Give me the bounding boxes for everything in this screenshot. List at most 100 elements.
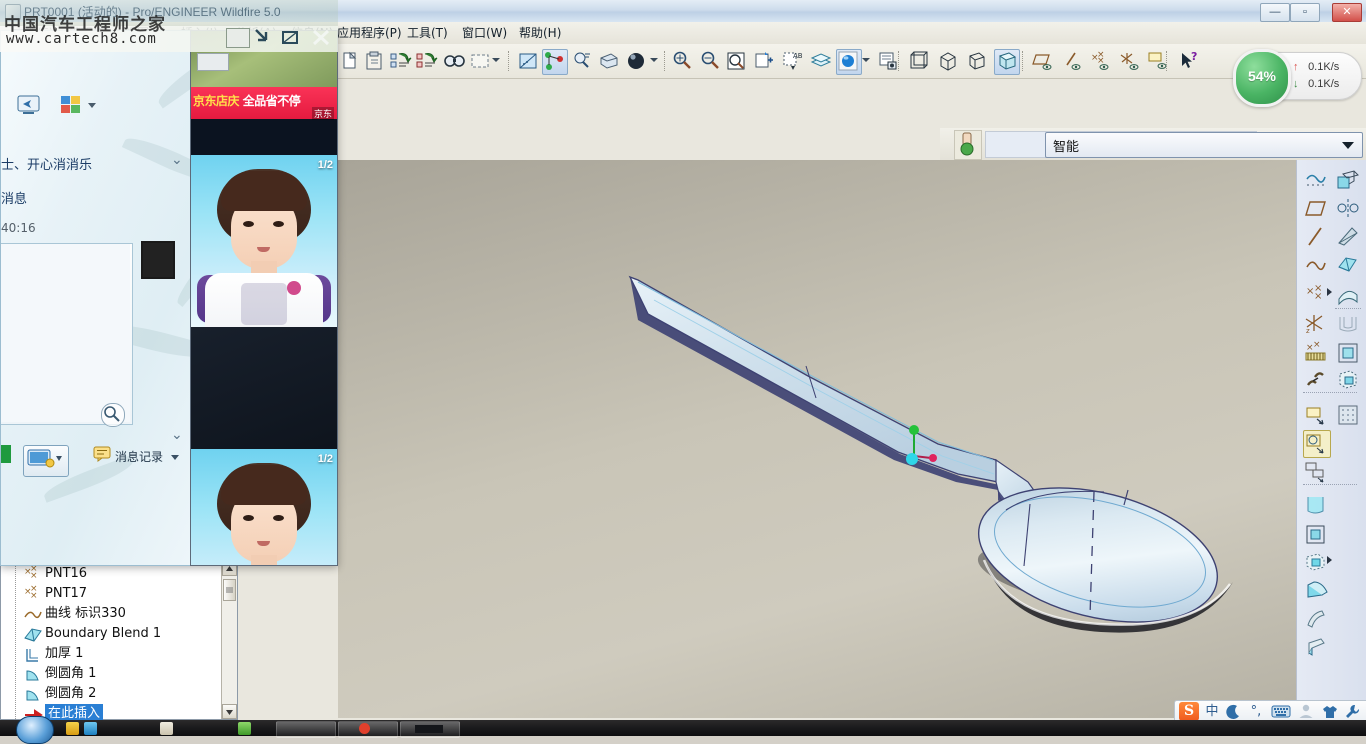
tree-item-round-1[interactable]: 倒圆角 1 — [45, 664, 96, 684]
help-pointer-icon[interactable]: ? — [1176, 49, 1202, 75]
tree-item-boundary-blend-1[interactable]: Boundary Blend 1 — [45, 624, 161, 644]
variable-section-sweep-icon[interactable] — [1303, 492, 1331, 520]
emoji-dropdown-caret[interactable] — [85, 91, 99, 119]
emoji-grid-icon[interactable] — [57, 91, 85, 119]
model-tree[interactable]: × × × PNT16 × × × PNT17 曲线 标识330 Boundary Bl… — [0, 560, 238, 725]
merge-icon[interactable] — [1335, 252, 1363, 280]
datum-point-icon[interactable]: × × × — [1303, 282, 1331, 310]
advertisement-panel[interactable]: 京东店庆 全品省不停 京东 1/2 1/2 — [190, 30, 338, 566]
view-shaded-icon[interactable] — [994, 49, 1020, 75]
graphics-area[interactable] — [338, 160, 1296, 718]
zoom-icon[interactable] — [101, 403, 125, 427]
layers-icon[interactable] — [808, 49, 834, 75]
qq-video-thumbnail[interactable] — [141, 241, 175, 279]
soft-keyboard-icon[interactable] — [1271, 703, 1291, 720]
revolve-icon[interactable] — [1303, 430, 1331, 458]
sketch-curve-icon[interactable] — [1303, 168, 1331, 196]
quicklaunch-icon-3[interactable] — [160, 722, 173, 735]
watermark-restore-icon[interactable] — [226, 28, 250, 48]
scroll-down-button[interactable] — [222, 704, 237, 719]
view-trimetric-icon[interactable] — [963, 49, 989, 75]
display-plane-icon[interactable] — [1030, 49, 1056, 75]
pattern-icon[interactable] — [1335, 168, 1363, 196]
model-tree-scrollbar[interactable] — [221, 561, 237, 719]
intersect-icon[interactable] — [1335, 368, 1363, 396]
tree-item-thicken-1[interactable]: 加厚 1 — [45, 644, 83, 664]
find-icon[interactable] — [442, 49, 468, 75]
message-history-caret[interactable] — [171, 455, 179, 460]
annotation-icon[interactable]: AB — [780, 49, 806, 75]
offset-surface-icon[interactable] — [1335, 282, 1363, 310]
tree-item-curve[interactable]: 曲线 标识330 — [45, 604, 126, 624]
moon-icon[interactable] — [1225, 703, 1243, 720]
zoom-in-icon[interactable] — [670, 49, 696, 75]
ad-minimize-button[interactable] — [197, 53, 229, 71]
zoom-out-icon[interactable] — [698, 49, 724, 75]
shading-sphere-icon[interactable] — [624, 49, 650, 75]
layer-new-icon[interactable] — [752, 49, 778, 75]
datum-curve-icon[interactable] — [1303, 252, 1331, 280]
view-standard-icon[interactable] — [906, 49, 932, 75]
tree-item-round-2[interactable]: 倒圆角 2 — [45, 684, 96, 704]
shading-dropdown-caret[interactable] — [650, 58, 658, 62]
screen-share-icon[interactable] — [23, 445, 69, 477]
orient-mode-icon[interactable] — [596, 49, 622, 75]
ad-banner[interactable]: 京东店庆 全品省不停 京东 — [191, 87, 337, 120]
display-style-caret[interactable] — [862, 58, 870, 62]
menu-applications[interactable]: 应用程序(P) — [330, 25, 409, 41]
start-orb-icon[interactable] — [16, 716, 54, 744]
skin-icon[interactable] — [1321, 703, 1339, 720]
minimize-button[interactable]: — — [1260, 3, 1290, 22]
select-box-icon[interactable] — [468, 49, 494, 75]
user-icon[interactable] — [1297, 703, 1315, 720]
paste-icon[interactable] — [362, 49, 388, 75]
style-icon[interactable] — [1303, 550, 1331, 578]
repaint-icon[interactable] — [516, 49, 542, 75]
ad-card-1[interactable]: 1/2 — [191, 155, 337, 327]
chevron-down-icon[interactable] — [1342, 142, 1354, 149]
taskbar-item-2[interactable] — [338, 721, 398, 738]
datum-csys-icon[interactable]: z — [1303, 312, 1331, 340]
tools-icon[interactable] — [1343, 703, 1361, 720]
close-button[interactable]: ✕ — [1332, 3, 1362, 22]
tree-item-pnt16[interactable]: PNT16 — [45, 564, 87, 584]
taskbar-item-3[interactable] — [400, 721, 460, 738]
fill-icon[interactable] — [1335, 402, 1363, 430]
message-history-icon[interactable] — [93, 446, 111, 462]
menu-window[interactable]: 窗口(W) — [455, 25, 514, 41]
spin-center-icon[interactable] — [570, 49, 596, 75]
quicklaunch-icon-2[interactable] — [84, 722, 97, 735]
mirror-icon[interactable] — [1335, 196, 1363, 224]
sogou-logo-icon[interactable]: S — [1179, 702, 1199, 721]
menu-tools[interactable]: 工具(T) — [400, 25, 455, 41]
trim-icon[interactable] — [1335, 224, 1363, 252]
punctuation-icon[interactable]: °, — [1247, 703, 1265, 720]
cpu-usage-circle[interactable]: 54% — [1233, 49, 1291, 107]
screenshot-icon[interactable] — [15, 91, 43, 119]
tree-item-pnt17[interactable]: PNT17 — [45, 584, 87, 604]
windows-taskbar[interactable] — [0, 716, 1366, 744]
maximize-button[interactable]: ▫ — [1290, 3, 1320, 22]
watermark-minimize-icon[interactable] — [252, 26, 280, 48]
datum-axis-icon[interactable] — [1303, 224, 1331, 252]
watermark-maximize-icon[interactable] — [278, 26, 304, 48]
sweep-icon[interactable] — [1303, 458, 1331, 486]
display-csys-icon[interactable] — [1117, 49, 1143, 75]
display-point-icon[interactable]: × × × — [1088, 49, 1114, 75]
thicken-icon[interactable] — [1335, 312, 1363, 340]
qq-image-preview[interactable] — [1, 243, 133, 425]
chinese-mode-icon[interactable]: 中 — [1203, 703, 1221, 720]
network-speed-widget[interactable]: 54% ↑ 0.1K/s ↓ 0.1K/s — [1233, 49, 1362, 107]
datum-offset-csys-icon[interactable]: × × — [1303, 340, 1331, 368]
watermark-close-icon[interactable] — [308, 26, 334, 48]
view-iso-icon[interactable] — [935, 49, 961, 75]
boundary-blend-icon[interactable] — [1303, 522, 1331, 550]
scrollbar-thumb[interactable] — [223, 579, 236, 601]
datum-plane-icon[interactable] — [1303, 196, 1331, 224]
quicklaunch-icon-4[interactable] — [238, 722, 251, 735]
quicklaunch-icon-1[interactable] — [66, 722, 79, 735]
menu-help[interactable]: 帮助(H) — [512, 25, 568, 41]
refit-icon[interactable] — [724, 49, 750, 75]
draft-icon[interactable] — [1303, 634, 1331, 662]
solidify-icon[interactable] — [1335, 340, 1363, 368]
